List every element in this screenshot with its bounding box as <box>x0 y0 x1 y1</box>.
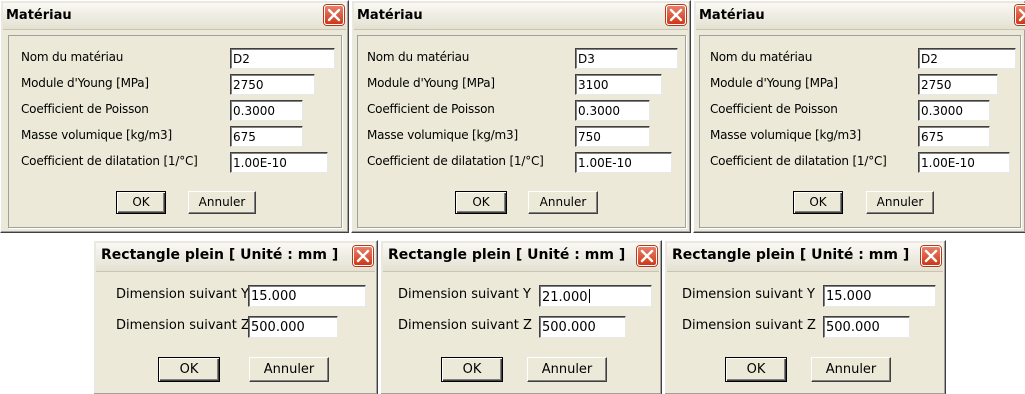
close-icon <box>327 8 341 22</box>
close-icon <box>924 249 938 263</box>
ok-button[interactable]: OK <box>455 191 507 214</box>
label-dilatation: Coefficient de dilatation [1/°C] <box>710 154 887 168</box>
ok-button[interactable]: OK <box>158 357 220 382</box>
label-dilatation: Coefficient de dilatation [1/°C] <box>21 154 198 168</box>
dilatation-input[interactable]: 1.00E-10 <box>918 152 1010 173</box>
ok-button[interactable]: OK <box>793 191 843 214</box>
material-dialog-3: Matériau Nom du matériau Module d'Young … <box>693 0 1025 233</box>
close-button[interactable] <box>637 246 657 266</box>
dialog-title: Rectangle plein [ Unité : mm ] <box>672 247 910 263</box>
cancel-button[interactable]: Annuler <box>527 357 607 382</box>
label-poisson: Coefficient de Poisson <box>710 102 838 116</box>
poisson-input[interactable]: 0.3000 <box>918 100 990 121</box>
dimension-z-input[interactable]: 500.000 <box>823 316 910 338</box>
dilatation-input[interactable]: 1.00E-10 <box>575 152 672 173</box>
young-modulus-input[interactable]: 2750 <box>918 74 998 95</box>
label-young-modulus: Module d'Young [MPa] <box>367 76 495 90</box>
cancel-button[interactable]: Annuler <box>528 191 598 214</box>
dimension-y-input[interactable]: 15.000 <box>823 285 936 307</box>
label-dimension-z: Dimension suivant Z <box>116 318 250 333</box>
text-caret <box>588 289 590 303</box>
close-icon <box>640 249 654 263</box>
label-dilatation: Coefficient de dilatation [1/°C] <box>367 154 544 168</box>
cancel-button[interactable]: Annuler <box>188 191 256 214</box>
material-name-input[interactable]: D2 <box>918 48 1016 69</box>
close-button[interactable] <box>921 246 941 266</box>
label-dimension-z: Dimension suivant Z <box>682 318 816 333</box>
ok-button[interactable]: OK <box>441 357 503 382</box>
dimension-y-value: 21.000 <box>542 290 588 305</box>
label-poisson: Coefficient de Poisson <box>367 102 495 116</box>
cancel-button[interactable]: Annuler <box>249 357 329 382</box>
ok-button[interactable]: OK <box>725 357 787 382</box>
title-bar[interactable]: Rectangle plein [ Unité : mm ] <box>667 243 943 272</box>
dialog-title: Rectangle plein [ Unité : mm ] <box>101 247 339 263</box>
label-material-name: Nom du matériau <box>710 50 813 64</box>
dilatation-input[interactable]: 1.00E-10 <box>230 152 328 173</box>
title-bar[interactable]: Matériau <box>354 3 688 30</box>
dimension-z-input[interactable]: 500.000 <box>539 316 626 338</box>
dimension-y-input[interactable]: 21.000 <box>539 285 652 307</box>
label-material-name: Nom du matériau <box>367 50 470 64</box>
material-name-input[interactable]: D3 <box>575 48 678 69</box>
dialog-title: Rectangle plein [ Unité : mm ] <box>388 247 626 263</box>
poisson-input[interactable]: 0.3000 <box>575 100 650 121</box>
label-young-modulus: Module d'Young [MPa] <box>21 76 149 90</box>
close-button[interactable] <box>324 5 344 25</box>
label-poisson: Coefficient de Poisson <box>21 102 149 116</box>
title-bar[interactable]: Matériau <box>696 3 1025 30</box>
label-dimension-y: Dimension suivant Y <box>682 287 815 302</box>
dialog-title: Matériau <box>6 8 72 23</box>
poisson-input[interactable]: 0.3000 <box>230 100 303 121</box>
close-icon <box>1018 8 1025 22</box>
close-button[interactable] <box>666 5 686 25</box>
title-bar[interactable]: Rectangle plein [ Unité : mm ] <box>383 243 659 272</box>
close-button[interactable] <box>353 246 373 266</box>
close-button[interactable] <box>1015 5 1025 25</box>
material-dialog-1: Matériau Nom du matériau Module d'Young … <box>0 0 349 233</box>
label-density: Masse volumique [kg/m3] <box>367 128 518 142</box>
young-modulus-input[interactable]: 3100 <box>575 74 662 95</box>
dialog-title: Matériau <box>357 8 423 23</box>
dimension-y-input[interactable]: 15.000 <box>248 285 366 307</box>
close-icon <box>356 249 370 263</box>
label-density: Masse volumique [kg/m3] <box>21 128 172 142</box>
ok-button[interactable]: OK <box>116 191 166 214</box>
label-dimension-y: Dimension suivant Y <box>116 287 249 302</box>
label-material-name: Nom du matériau <box>21 50 124 64</box>
title-bar[interactable]: Matériau <box>3 3 346 30</box>
young-modulus-input[interactable]: 2750 <box>230 74 315 95</box>
label-dimension-z: Dimension suivant Z <box>398 318 532 333</box>
density-input[interactable]: 675 <box>230 126 303 147</box>
rectangle-dialog-3: Rectangle plein [ Unité : mm ] Dimension… <box>664 240 946 394</box>
rectangle-dialog-1: Rectangle plein [ Unité : mm ] Dimension… <box>93 240 378 394</box>
density-input[interactable]: 675 <box>918 126 990 147</box>
label-dimension-y: Dimension suivant Y <box>398 287 531 302</box>
material-dialog-2: Matériau Nom du matériau Module d'Young … <box>351 0 691 233</box>
dimension-z-input[interactable]: 500.000 <box>248 316 338 338</box>
cancel-button[interactable]: Annuler <box>866 191 934 214</box>
density-input[interactable]: 750 <box>575 126 650 147</box>
close-icon <box>669 8 683 22</box>
label-young-modulus: Module d'Young [MPa] <box>710 76 838 90</box>
label-density: Masse volumique [kg/m3] <box>710 128 861 142</box>
cancel-button[interactable]: Annuler <box>811 357 891 382</box>
title-bar[interactable]: Rectangle plein [ Unité : mm ] <box>96 243 375 272</box>
dialog-title: Matériau <box>699 8 765 23</box>
material-name-input[interactable]: D2 <box>230 48 335 69</box>
rectangle-dialog-2: Rectangle plein [ Unité : mm ] Dimension… <box>380 240 662 394</box>
